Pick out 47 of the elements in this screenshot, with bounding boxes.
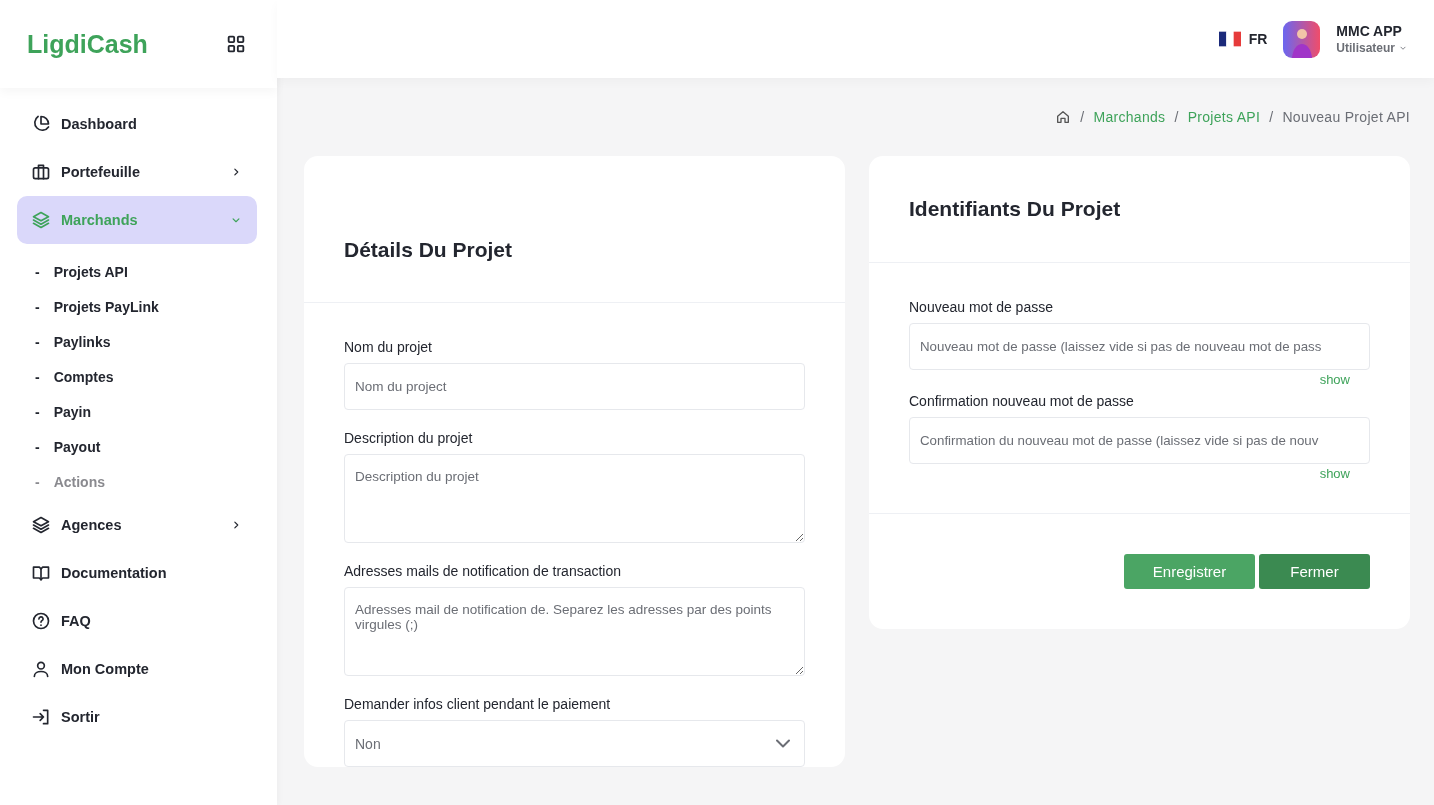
logout-icon — [31, 707, 51, 727]
card-title: Identifiants Du Projet — [909, 197, 1121, 221]
chevron-down-icon — [776, 739, 790, 748]
sidebar-item[interactable]: Portefeuille — [17, 148, 257, 196]
user-icon — [31, 659, 51, 679]
close-button[interactable]: Fermer — [1259, 554, 1370, 589]
breadcrumb-separator: / — [1080, 109, 1085, 125]
submenu-item[interactable]: - Payout — [35, 429, 257, 464]
flag-icon — [1218, 31, 1241, 47]
password-field[interactable]: Nouveau mot de passe (laissez vide si pas de nouveau mot de pass — [909, 323, 1370, 370]
text-area[interactable]: Description du projet — [344, 454, 805, 543]
submenu-item[interactable]: - Payin — [35, 394, 257, 429]
grid-icon — [225, 33, 247, 55]
field-label: Confirmation nouveau mot de passe — [909, 393, 1135, 409]
sidebar-item[interactable]: Dashboard — [17, 100, 257, 148]
select-field[interactable]: Non — [344, 720, 805, 767]
submenu-item[interactable]: - Paylinks — [35, 324, 257, 359]
book-icon — [31, 563, 51, 583]
help-icon — [31, 611, 51, 631]
sidebar-item[interactable]: Documentation — [17, 549, 257, 597]
field-label: Description du projet — [344, 430, 474, 446]
field-label: Nom du projet — [344, 339, 433, 355]
language-selector[interactable]: FR — [1218, 31, 1268, 47]
briefcase-icon — [31, 162, 51, 182]
breadcrumb-separator: / — [1269, 109, 1274, 125]
text-area[interactable]: Adresses mail de notification de. Separez les adresses par des points virgules (;) — [344, 587, 805, 676]
pie-chart-icon — [31, 114, 51, 134]
field-label: Nouveau mot de passe — [909, 299, 1054, 315]
sidebar-item[interactable]: FAQ — [17, 597, 257, 645]
submenu-item[interactable]: - Comptes — [35, 359, 257, 394]
field-label: Demander infos client pendant le paiement — [344, 696, 612, 712]
layers-icon — [31, 210, 51, 230]
input-field[interactable]: Nom du project — [344, 363, 805, 410]
layers-icon — [31, 515, 51, 535]
avatar[interactable] — [1283, 20, 1321, 58]
password-field[interactable]: Confirmation du nouveau mot de passe (laissez vide si pas de nouv — [909, 417, 1370, 464]
sidebar-item[interactable]: Agences — [17, 501, 257, 549]
submenu-item[interactable]: - Projets PayLink — [35, 289, 257, 324]
card-title: Détails Du Projet — [344, 238, 513, 262]
home-icon — [1055, 109, 1072, 125]
submenu-item[interactable]: - Projets API — [35, 254, 257, 289]
breadcrumb-separator: / — [1174, 109, 1179, 125]
breadcrumb-item: Nouveau Projet API — [1282, 109, 1410, 125]
user-menu[interactable]: MMC APP Utilisateur — [1336, 23, 1408, 55]
field-label: Adresses mails de notification de transaction — [344, 563, 623, 579]
sidebar-item[interactable]: Sortir — [17, 693, 257, 741]
sidebar-item[interactable]: Mon Compte — [17, 645, 257, 693]
